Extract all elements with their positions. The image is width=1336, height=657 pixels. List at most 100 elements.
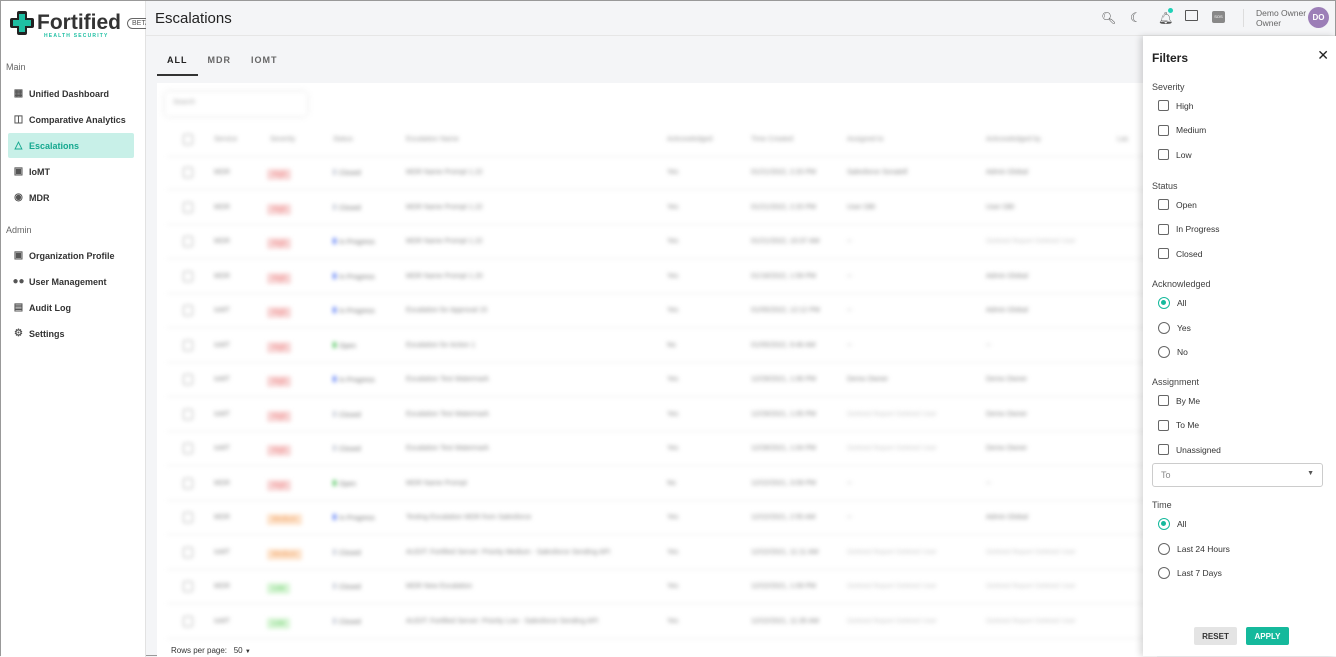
tab-mdr[interactable]: MDR [198, 49, 242, 76]
checkbox[interactable] [1158, 395, 1169, 406]
column-header[interactable]: Acknowledged [667, 136, 713, 143]
acknowledged-cell: No [667, 341, 676, 349]
row-checkbox[interactable] [183, 408, 193, 420]
table-row[interactable]: IoMT High In Progress Escalation Test Water… [167, 363, 1157, 397]
dark-mode-moon-icon[interactable]: ☾ [1130, 10, 1142, 26]
sidebar-item-settings[interactable]: ⚙ Settings [8, 321, 134, 346]
filter-severity-medium[interactable]: Medium [1158, 124, 1206, 136]
table-row[interactable]: MDR Low Closed MDR New Escalation Yes 12/22/2… [167, 570, 1157, 604]
checkbox[interactable] [1158, 199, 1169, 210]
sidebar-item-user-management[interactable]: ●● User Management [8, 269, 134, 294]
row-checkbox[interactable] [183, 270, 193, 282]
column-header[interactable]: Escalation Name [406, 136, 459, 143]
radio-button[interactable] [1158, 542, 1170, 555]
table-row[interactable]: MDR High Open MDR Name Prompt No 12/22/2021, … [167, 467, 1157, 501]
radio-button[interactable] [1158, 297, 1170, 309]
checkbox[interactable] [1158, 124, 1169, 136]
search-input[interactable]: Search [165, 92, 307, 116]
radio-button[interactable] [1158, 567, 1170, 579]
radio-button[interactable] [1158, 321, 1170, 334]
apply-button[interactable]: APPLY [1246, 627, 1289, 645]
row-checkbox[interactable] [183, 615, 193, 627]
filter-time-last-7-days[interactable]: Last 7 Days [1158, 567, 1222, 579]
filter-acknowledged-yes[interactable]: Yes [1158, 321, 1191, 334]
table-row[interactable]: IoMT High Closed Escalation Test Watermark Y… [167, 398, 1157, 432]
filter-status-in-progress[interactable]: In Progress [1158, 223, 1219, 235]
table-row[interactable]: IoMT High In Progress Escalation for Approv… [167, 294, 1157, 328]
rows-per-page-select[interactable]: 50 [234, 646, 243, 655]
sidebar-item-mdr[interactable]: ◉ MDR [8, 185, 134, 210]
row-checkbox[interactable] [183, 512, 193, 523]
sidebar-item-organization-profile[interactable]: ▣ Organization Profile [8, 243, 134, 268]
column-header[interactable]: Service [214, 136, 237, 143]
column-header[interactable]: Assigned to [847, 136, 884, 143]
filter-time-last-24-hours[interactable]: Last 24 Hours [1158, 542, 1230, 555]
checkbox[interactable] [1158, 444, 1169, 455]
checkbox[interactable] [1158, 100, 1169, 111]
checkbox[interactable] [1158, 419, 1169, 431]
filter-status-closed[interactable]: Closed [1158, 248, 1202, 259]
reset-button[interactable]: RESET [1194, 627, 1237, 645]
avatar[interactable]: DO [1308, 7, 1329, 28]
row-checkbox[interactable] [183, 167, 193, 178]
sidebar-item-unified-dashboard[interactable]: ▦ Unified Dashboard [8, 81, 134, 106]
select-all-checkbox[interactable] [183, 134, 193, 145]
severity-badge: High [267, 341, 292, 353]
user-role: Owner [1256, 18, 1282, 28]
tab-iomt[interactable]: IOMT [241, 49, 288, 76]
column-header[interactable]: Severity [270, 136, 295, 143]
filter-acknowledged-all[interactable]: All [1158, 297, 1186, 309]
search-icon[interactable]: 🔍︎ [1101, 11, 1116, 25]
row-checkbox[interactable] [183, 236, 193, 247]
row-checkbox[interactable] [183, 546, 193, 558]
user-info[interactable]: Demo Owner Owner [1256, 8, 1306, 28]
checkbox[interactable] [1158, 149, 1169, 160]
radio-button[interactable] [1158, 518, 1170, 530]
table-row[interactable]: IoMT Low Closed AUDIT: Fortified Server: Pr… [167, 605, 1157, 639]
row-checkbox[interactable] [183, 339, 193, 351]
checkbox[interactable] [1158, 248, 1169, 259]
filter-status-open[interactable]: Open [1158, 199, 1197, 210]
chat-icon[interactable] [1185, 10, 1198, 21]
table-row[interactable]: MDR High In Progress MDR Name Prompt 1.20 Ye… [167, 260, 1157, 294]
row-checkbox[interactable] [183, 201, 193, 213]
filter-acknowledged-no[interactable]: No [1158, 346, 1188, 358]
chevron-down-icon[interactable]: ▼ [245, 649, 251, 655]
sidebar-item-iomt[interactable]: ▣ IoMT [8, 159, 134, 184]
column-header[interactable]: Status [333, 136, 353, 143]
column-header[interactable]: Las [1117, 136, 1128, 143]
filter-severity-low[interactable]: Low [1158, 149, 1192, 160]
row-checkbox[interactable] [183, 305, 193, 316]
table-row[interactable]: MDR Medium In Progress Testing Escalation M… [167, 501, 1157, 535]
filter-acknowledged-label: Acknowledged [1152, 279, 1211, 289]
filter-assignment-unassigned[interactable]: Unassigned [1158, 444, 1221, 455]
sidebar-item-audit-log[interactable]: ▤ Audit Log [8, 295, 134, 320]
severity-badge: Medium [267, 514, 302, 525]
radio-button[interactable] [1158, 346, 1170, 358]
table-row[interactable]: MDR High Closed MDR Name Prompt 1.22 Yes 01/2… [167, 156, 1157, 190]
fortified-logo[interactable]: Fortified BETA HEALTH SECURITY [10, 11, 155, 39]
table-row[interactable]: IoMT High Closed Escalation Test Watermark Y… [167, 432, 1157, 466]
row-checkbox[interactable] [183, 477, 193, 489]
close-icon[interactable]: ✕ [1317, 47, 1329, 64]
sidebar-item-comparative-analytics[interactable]: ◫ Comparative Analytics [8, 107, 134, 132]
sos-icon[interactable]: SOS [1212, 11, 1225, 23]
filter-assignment-by-me[interactable]: By Me [1158, 395, 1200, 406]
sidebar-item-escalations[interactable]: △ Escalations [8, 133, 134, 158]
column-header[interactable]: Acknowledged by [986, 136, 1041, 143]
table-row[interactable]: IoMT High Open Escalation for Action 1 No 01/… [167, 329, 1157, 363]
table-row[interactable]: IoMT Medium Closed AUDIT: Fortified Server:… [167, 536, 1157, 570]
row-checkbox[interactable] [183, 581, 193, 592]
column-header[interactable]: Time Created [751, 136, 793, 143]
checkbox[interactable] [1158, 223, 1169, 235]
notification-bell-icon[interactable]: 🔔︎ [1158, 11, 1173, 25]
assign-to-select[interactable]: To ▼ [1152, 463, 1323, 487]
filter-time-all[interactable]: All [1158, 518, 1186, 530]
filter-severity-high[interactable]: High [1158, 100, 1193, 111]
filter-assignment-to-me[interactable]: To Me [1158, 419, 1199, 431]
table-row[interactable]: MDR High In Progress MDR Name Prompt 1.22 Ye… [167, 225, 1157, 259]
table-row[interactable]: MDR High Closed MDR Name Prompt 1.22 Yes 01/2… [167, 191, 1157, 225]
tab-all[interactable]: ALL [157, 49, 198, 76]
row-checkbox[interactable] [183, 443, 193, 454]
row-checkbox[interactable] [183, 374, 193, 385]
